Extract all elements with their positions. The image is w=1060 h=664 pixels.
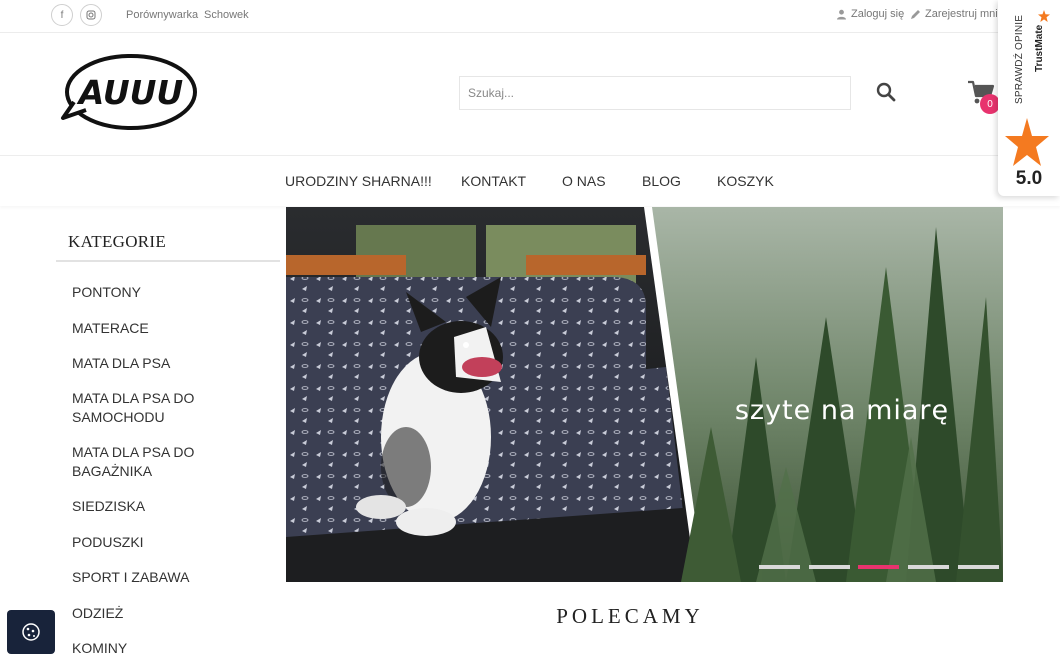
category-sport[interactable]: SPORT I ZABAWA (72, 568, 272, 587)
nav-item-cart[interactable]: KOSZYK (717, 173, 774, 189)
categories-divider (56, 260, 280, 262)
hero-slogan: szyte na miarę (735, 395, 949, 426)
logo-text: AUUU (76, 73, 184, 112)
compare-link[interactable]: Porównywarka (126, 9, 198, 21)
nav-item-contact[interactable]: KONTAKT (461, 173, 526, 189)
recommended-section-title: POLECAMY (556, 604, 704, 628)
star-icon (1005, 118, 1049, 166)
slider-dot-4[interactable] (908, 565, 949, 569)
slider-dot-1[interactable] (759, 565, 800, 569)
category-mata-bagaznik[interactable]: MATA DLA PSA DO BAGAŻNIKA (72, 443, 222, 481)
facebook-icon[interactable]: f (51, 4, 73, 26)
user-icon (837, 9, 846, 19)
category-materace[interactable]: MATERACE (72, 319, 272, 338)
categories-title: KATEGORIE (68, 232, 167, 251)
login-link[interactable]: Zaloguj się (836, 8, 904, 20)
cart-count-badge: 0 (980, 94, 1000, 114)
hero-image: szyte na miarę (286, 207, 1003, 582)
trustmate-widget[interactable]: SPRAWDŹ OPINIE TrustMate 5.0 (998, 0, 1060, 196)
category-mata-dla-psa[interactable]: MATA DLA PSA (72, 354, 272, 373)
category-poduszki[interactable]: PODUSZKI (72, 533, 272, 552)
cookie-settings-button[interactable] (7, 610, 55, 654)
main-nav: URODZINY SHARNA!!! KONTAKT O NAS BLOG KO… (0, 156, 1060, 206)
trustmate-score: 5.0 (1015, 168, 1043, 189)
hero-banner[interactable]: szyte na miarę (286, 207, 1003, 582)
instagram-glyph (86, 10, 96, 20)
slider-dot-5[interactable] (958, 565, 999, 569)
register-link[interactable]: Zarejestruj mnie (910, 8, 1004, 20)
facebook-glyph: f (60, 9, 64, 21)
search-icon[interactable] (874, 80, 898, 104)
pencil-icon (911, 9, 920, 19)
top-bar: f Porównywarka Schowek Zaloguj się Zarej… (0, 0, 1060, 33)
cookie-icon (22, 623, 40, 641)
nav-item-blog[interactable]: BLOG (642, 173, 681, 189)
slider-dot-3[interactable] (858, 565, 899, 569)
wishlist-link[interactable]: Schowek (204, 9, 249, 21)
register-label: Zarejestruj mnie (925, 8, 1004, 20)
login-label: Zaloguj się (851, 8, 905, 20)
search-input[interactable] (459, 76, 851, 110)
category-siedziska[interactable]: SIEDZISKA (72, 497, 272, 516)
category-mata-samochod[interactable]: MATA DLA PSA DO SAMOCHODU (72, 389, 222, 427)
trustmate-label: SPRAWDŹ OPINIE (1014, 14, 1025, 104)
instagram-icon[interactable] (80, 4, 102, 26)
trustmate-brand: TrustMate (1034, 24, 1045, 72)
site-logo[interactable]: AUUU (60, 52, 198, 132)
nav-item-about[interactable]: O NAS (562, 173, 606, 189)
nav-item-birthday[interactable]: URODZINY SHARNA!!! (285, 173, 432, 189)
category-kominy[interactable]: KOMINY (72, 639, 272, 658)
slider-dot-2[interactable] (809, 565, 850, 569)
small-star-icon (1038, 10, 1050, 22)
category-pontony[interactable]: PONTONY (72, 283, 272, 302)
